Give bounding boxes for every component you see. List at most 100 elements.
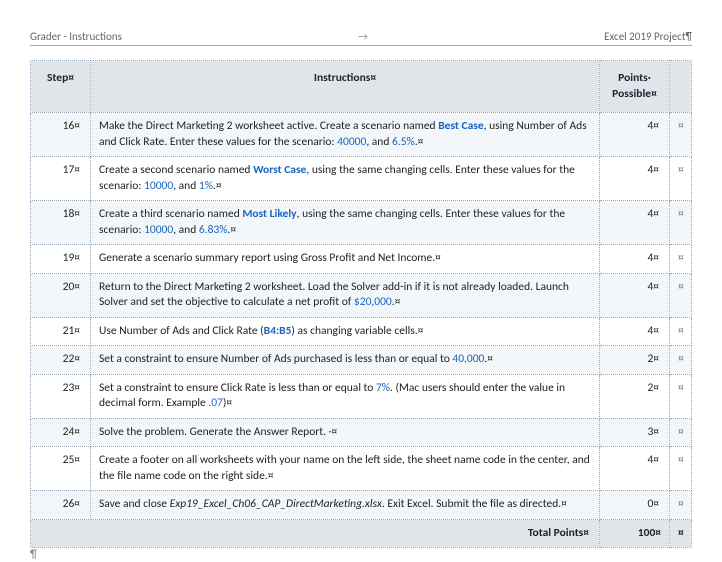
instructions-cell: Create a footer on all worksheets with y…: [91, 447, 600, 491]
text-segment: 10000: [144, 179, 173, 193]
step-cell: 26¤: [31, 491, 91, 520]
total-label-cell: Total Points¤: [31, 519, 600, 548]
text-segment: Exp19_Excel_Ch06_CAP_DirectMarketing.xls…: [170, 497, 382, 511]
header-center-tab: →: [358, 30, 368, 43]
points-cell: 4¤: [600, 157, 670, 201]
text-segment: Save and close: [99, 497, 170, 511]
row-end-mark-cell: ¤: [670, 447, 692, 491]
table-row: 26¤Save and close Exp19_Excel_Ch06_CAP_D…: [31, 491, 692, 520]
text-segment: Return to the Direct Marketing 2 workshe…: [99, 280, 569, 310]
text-segment: ) as changing variable cells.¤: [291, 324, 423, 338]
instructions-cell: Solve the problem. Generate the Answer R…: [91, 418, 600, 447]
text-segment: Best Case: [438, 119, 483, 133]
step-cell: 23¤: [31, 374, 91, 418]
row-end-mark-cell: ¤: [670, 519, 692, 548]
step-cell: 24¤: [31, 418, 91, 447]
table-row: 18¤Create a third scenario named Most Li…: [31, 201, 692, 245]
table-body: 16¤Make the Direct Marketing 2 worksheet…: [31, 113, 692, 548]
text-segment: Set a constraint to ensure Number of Ads…: [99, 352, 452, 366]
text-segment: Set a constraint to ensure Click Rate is…: [99, 381, 376, 395]
col-blank-header: [670, 61, 692, 113]
points-cell: 3¤: [600, 418, 670, 447]
row-end-mark-cell: ¤: [670, 346, 692, 375]
total-value-cell: 100¤: [600, 519, 670, 548]
points-cell: 4¤: [600, 447, 670, 491]
header-right: Excel 2019 Project¶: [604, 30, 692, 43]
row-end-mark-cell: ¤: [670, 113, 692, 157]
text-segment: , and: [173, 223, 199, 237]
text-segment: , and: [366, 135, 392, 149]
col-step-header: Step¤: [31, 61, 91, 113]
instructions-cell: Save and close Exp19_Excel_Ch06_CAP_Dire…: [91, 491, 600, 520]
row-end-mark-cell: ¤: [670, 418, 692, 447]
points-cell: 4¤: [600, 201, 670, 245]
text-segment: . Exit Excel. Submit the file as directe…: [382, 497, 567, 511]
text-segment: Create a third scenario named: [99, 207, 242, 221]
row-end-mark-cell: ¤: [670, 317, 692, 346]
points-cell: 2¤: [600, 374, 670, 418]
points-cell: 4¤: [600, 245, 670, 274]
table-row: 23¤ Set a constraint to ensure Click Rate…: [31, 374, 692, 418]
step-cell: 17¤: [31, 157, 91, 201]
text-segment: Most Likely: [242, 207, 296, 221]
col-instructions-header: Instructions¤: [91, 61, 600, 113]
col-points-header: Points· Possible¤: [600, 61, 670, 113]
text-segment: 7%: [376, 381, 390, 395]
step-cell: 21¤: [31, 317, 91, 346]
instructions-cell: Create a third scenario named Most Likel…: [91, 201, 600, 245]
instructions-table: Step¤ Instructions¤ Points· Possible¤ 16…: [30, 60, 692, 548]
page-header: Grader - Instructions → Excel 2019 Proje…: [30, 30, 692, 46]
step-cell: 19¤: [31, 245, 91, 274]
instructions-cell: Return to the Direct Marketing 2 workshe…: [91, 273, 600, 317]
text-segment: .¤: [213, 179, 222, 193]
text-segment: Worst Case: [253, 163, 306, 177]
total-row: Total Points¤100¤¤: [31, 519, 692, 548]
text-segment: 40,000: [452, 352, 484, 366]
row-end-mark-cell: ¤: [670, 273, 692, 317]
table-header-row: Step¤ Instructions¤ Points· Possible¤: [31, 61, 692, 113]
points-cell: 2¤: [600, 346, 670, 375]
text-segment: .¤: [415, 135, 424, 149]
text-segment: )¤: [223, 396, 232, 410]
text-segment: Solve the problem. Generate the Answer R…: [99, 425, 337, 439]
instructions-cell: Create a second scenario named Worst Cas…: [91, 157, 600, 201]
table-row: 19¤ Generate a scenario summary report us…: [31, 245, 692, 274]
text-segment: Make the Direct Marketing 2 worksheet ac…: [99, 119, 438, 133]
instructions-cell: Use Number of Ads and Click Rate (B4:B5)…: [91, 317, 600, 346]
text-segment: B4:B5: [264, 324, 292, 338]
text-segment: Create a footer on all worksheets with y…: [99, 453, 590, 483]
row-end-mark-cell: ¤: [670, 201, 692, 245]
table-row: 16¤Make the Direct Marketing 2 worksheet…: [31, 113, 692, 157]
text-segment: .07: [208, 396, 223, 410]
document-page: Grader - Instructions → Excel 2019 Proje…: [0, 0, 722, 558]
step-cell: 20¤: [31, 273, 91, 317]
instructions-cell: Set a constraint to ensure Number of Ads…: [91, 346, 600, 375]
table-row: 17¤Create a second scenario named Worst …: [31, 157, 692, 201]
instructions-cell: Generate a scenario summary report using…: [91, 245, 600, 274]
row-end-mark-cell: ¤: [670, 374, 692, 418]
row-end-mark-cell: ¤: [670, 245, 692, 274]
points-cell: 4¤: [600, 113, 670, 157]
points-cell: 4¤: [600, 317, 670, 346]
points-cell: 0¤: [600, 491, 670, 520]
row-end-mark-cell: ¤: [670, 491, 692, 520]
step-cell: 18¤: [31, 201, 91, 245]
text-segment: 10000: [144, 223, 173, 237]
text-segment: $20,000: [354, 295, 392, 309]
step-cell: 22¤: [31, 346, 91, 375]
row-end-mark-cell: ¤: [670, 157, 692, 201]
text-segment: 6.83%: [199, 223, 228, 237]
table-row: 24¤ Solve the problem. Generate the Answe…: [31, 418, 692, 447]
text-segment: , and: [173, 179, 199, 193]
text-segment: .¤: [227, 223, 236, 237]
points-cell: 4¤: [600, 273, 670, 317]
header-left: Grader - Instructions: [30, 30, 122, 43]
instructions-cell: Make the Direct Marketing 2 worksheet ac…: [91, 113, 600, 157]
pilcrow-mark: ¶: [30, 548, 37, 562]
text-segment: Create a second scenario named: [99, 163, 253, 177]
text-segment: Generate a scenario summary report using…: [99, 251, 441, 265]
step-cell: 25¤: [31, 447, 91, 491]
text-segment: .¤: [484, 352, 493, 366]
table-row: 20¤ Return to the Direct Marketing 2 work…: [31, 273, 692, 317]
table-row: 25¤ Create a footer on all worksheets wit…: [31, 447, 692, 491]
